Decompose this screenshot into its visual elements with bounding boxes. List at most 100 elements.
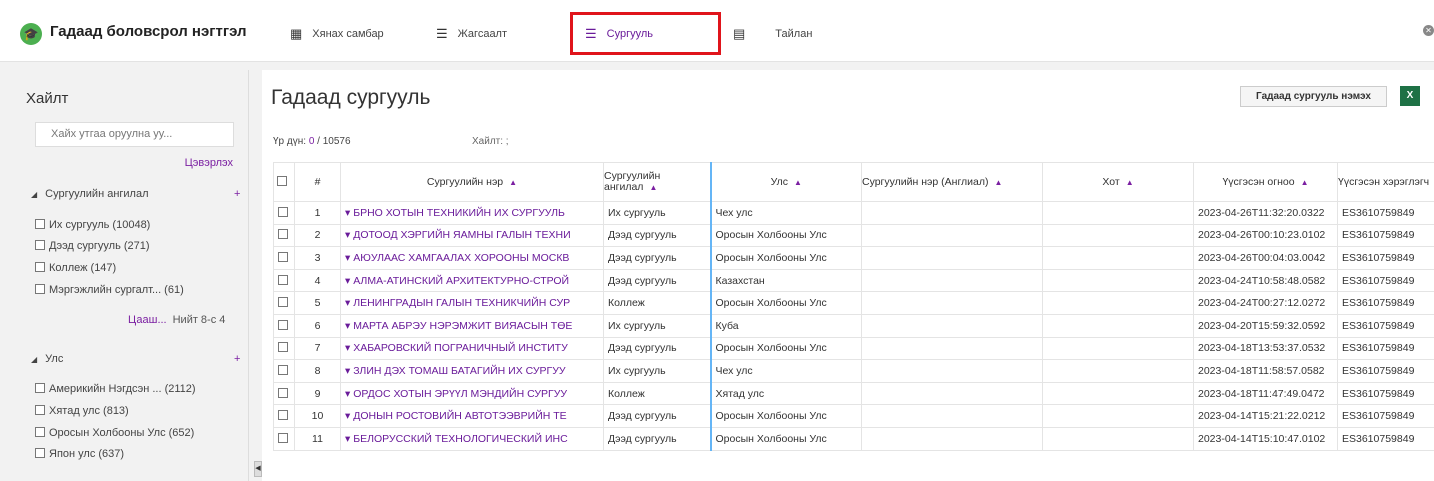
- row-checkbox[interactable]: [273, 313, 295, 338]
- school-name-text[interactable]: МАРТА АБРЭУ НЭРЭМЖИТ ВИЯАСЫН ТӨЕ: [353, 320, 572, 332]
- school-name-cell[interactable]: ▾ БРНО ХОТЫН ТЕХНИКИЙН ИХ СУРГУУЛЬ: [340, 201, 604, 225]
- sort-icon[interactable]: ▲: [794, 178, 802, 187]
- checkbox[interactable]: [278, 319, 288, 330]
- plus-icon[interactable]: +: [234, 188, 240, 200]
- col-school-type[interactable]: Сургуулийн ангилал ▲: [603, 162, 711, 202]
- checkbox[interactable]: [278, 274, 288, 285]
- graduation-cap-icon[interactable]: 🎓: [20, 23, 42, 45]
- checkbox[interactable]: [278, 342, 288, 353]
- row-checkbox[interactable]: [273, 359, 295, 383]
- facet-option[interactable]: Дээд сургууль (271): [35, 240, 150, 252]
- select-all-checkbox[interactable]: [273, 162, 295, 202]
- row-checkbox[interactable]: [273, 246, 295, 270]
- table-row[interactable]: 7 ▾ ХАБАРОВСКИЙ ПОГРАНИЧНЫЙ ИНСТИТУ Дээд с…: [273, 336, 1434, 361]
- table-row[interactable]: 10 ▾ ДОНЫН РОСТОВИЙН АВТОТЭЭВРИЙН ТЕ Дээд …: [273, 404, 1434, 428]
- checkbox[interactable]: [35, 219, 45, 229]
- school-name-cell[interactable]: ▾ ЗЛИН ДЭХ ТОМАШ БАТАГИЙН ИХ СУРГУУ: [340, 359, 604, 383]
- expand-arrow-icon[interactable]: ▾: [345, 365, 353, 377]
- facet-option[interactable]: Америкийн Нэгдсэн ... (2112): [35, 383, 196, 395]
- expand-arrow-icon[interactable]: ▾: [345, 207, 353, 219]
- expand-arrow-icon[interactable]: ▾: [345, 252, 353, 264]
- school-name-text[interactable]: АЮУЛААС ХАМГААЛАХ ХОРООНЫ МОСКВ: [353, 252, 569, 264]
- col-city[interactable]: Хот ▲: [1042, 162, 1194, 202]
- row-checkbox[interactable]: [273, 223, 295, 248]
- row-checkbox[interactable]: [273, 404, 295, 428]
- school-name-cell[interactable]: ▾ АЮУЛААС ХАМГААЛАХ ХОРООНЫ МОСКВ: [340, 246, 604, 270]
- checkbox[interactable]: [35, 284, 45, 294]
- school-name-cell[interactable]: ▾ ДОТООД ХЭРГИЙН ЯАМНЫ ГАЛЫН ТЕХНИ: [340, 223, 604, 248]
- row-checkbox[interactable]: [273, 381, 295, 406]
- checkbox[interactable]: [35, 262, 45, 272]
- table-row[interactable]: 4 ▾ АЛМА-АТИНСКИЙ АРХИТЕКТУРНО-СТРОЙ Дээд …: [273, 268, 1434, 293]
- add-school-button[interactable]: Гадаад сургууль нэмэх: [1240, 86, 1387, 107]
- col-country[interactable]: Улс ▲: [709, 162, 862, 202]
- checkbox[interactable]: [35, 405, 45, 415]
- nav-report[interactable]: ▤ Тайлан: [733, 12, 812, 55]
- excel-icon[interactable]: X: [1400, 86, 1420, 106]
- expand-arrow-icon[interactable]: ▾: [345, 433, 353, 445]
- checkbox[interactable]: [278, 387, 288, 398]
- row-checkbox[interactable]: [273, 336, 295, 361]
- school-name-cell[interactable]: ▾ АЛМА-АТИНСКИЙ АРХИТЕКТУРНО-СТРОЙ: [340, 268, 604, 293]
- sort-icon[interactable]: ▲: [1126, 178, 1134, 187]
- checkbox[interactable]: [278, 364, 288, 375]
- table-row[interactable]: 1 ▾ БРНО ХОТЫН ТЕХНИКИЙН ИХ СУРГУУЛЬ Их су…: [273, 201, 1434, 225]
- facet-option[interactable]: Хятад улс (813): [35, 405, 129, 417]
- nav-dashboard[interactable]: ▦ Хянах самбар: [290, 12, 384, 55]
- col-created-date[interactable]: Үүсгэсэн огноо ▲: [1193, 162, 1338, 202]
- nav-list[interactable]: ☰ Жагсаалт: [436, 12, 507, 55]
- facet-option[interactable]: Коллеж (147): [35, 262, 116, 274]
- checkbox[interactable]: [278, 297, 288, 308]
- school-name-text[interactable]: ХАБАРОВСКИЙ ПОГРАНИЧНЫЙ ИНСТИТУ: [353, 342, 568, 354]
- school-name-text[interactable]: ОРДОС ХОТЫН ЭРҮҮЛ МЭНДИЙН СУРГУУ: [353, 388, 567, 400]
- table-row[interactable]: 9 ▾ ОРДОС ХОТЫН ЭРҮҮЛ МЭНДИЙН СУРГУУ Колле…: [273, 381, 1434, 406]
- facet-option[interactable]: Их сургууль (10048): [35, 219, 150, 231]
- expand-arrow-icon[interactable]: ▾: [345, 388, 353, 400]
- sort-icon[interactable]: ▲: [509, 178, 517, 187]
- table-row[interactable]: 6 ▾ МАРТА АБРЭУ НЭРЭМЖИТ ВИЯАСЫН ТӨЕ Их су…: [273, 313, 1434, 338]
- facet-country-header[interactable]: ◢ Улс: [31, 353, 63, 365]
- table-row[interactable]: 3 ▾ АЮУЛААС ХАМГААЛАХ ХОРООНЫ МОСКВ Дээд с…: [273, 246, 1434, 270]
- school-name-text[interactable]: ЗЛИН ДЭХ ТОМАШ БАТАГИЙН ИХ СУРГУУ: [353, 365, 565, 377]
- facet-option[interactable]: Япон улс (637): [35, 448, 124, 460]
- school-name-cell[interactable]: ▾ ОРДОС ХОТЫН ЭРҮҮЛ МЭНДИЙН СУРГУУ: [340, 381, 604, 406]
- clear-button[interactable]: Цэвэрлэх: [185, 157, 233, 169]
- app-title[interactable]: Гадаад боловсрол нэгтгэл: [50, 23, 247, 40]
- school-name-text[interactable]: АЛМА-АТИНСКИЙ АРХИТЕКТУРНО-СТРОЙ: [353, 275, 569, 287]
- expand-arrow-icon[interactable]: ▾: [345, 320, 353, 332]
- checkbox[interactable]: [278, 410, 288, 421]
- row-checkbox[interactable]: [273, 291, 295, 315]
- checkbox[interactable]: [278, 229, 288, 240]
- checkbox[interactable]: [35, 427, 45, 437]
- school-name-cell[interactable]: ▾ ХАБАРОВСКИЙ ПОГРАНИЧНЫЙ ИНСТИТУ: [340, 336, 604, 361]
- school-name-cell[interactable]: ▾ ДОНЫН РОСТОВИЙН АВТОТЭЭВРИЙН ТЕ: [340, 404, 604, 428]
- table-row[interactable]: 5 ▾ ЛЕНИНГРАДЫН ГАЛЫН ТЕХНИКЧИЙН СУР Колле…: [273, 291, 1434, 315]
- col-school-name-en[interactable]: Сургуулийн нэр (Англиал) ▲: [861, 162, 1043, 202]
- checkbox[interactable]: [35, 448, 45, 458]
- row-checkbox[interactable]: [273, 201, 295, 225]
- more-link[interactable]: Цааш...: [128, 314, 167, 326]
- sort-icon[interactable]: ▲: [649, 183, 657, 192]
- school-name-text[interactable]: БЕЛОРУССКИЙ ТЕХНОЛОГИЧЕСКИЙ ИНС: [353, 433, 567, 445]
- sidebar-search-input[interactable]: Хайх утгаа оруулна уу...: [35, 122, 234, 147]
- checkbox[interactable]: [277, 176, 287, 186]
- sidebar-collapse-handle[interactable]: ◀: [254, 461, 262, 477]
- expand-arrow-icon[interactable]: ▾: [345, 342, 353, 354]
- expand-arrow-icon[interactable]: ▾: [345, 229, 353, 241]
- checkbox[interactable]: [278, 432, 288, 443]
- checkbox[interactable]: [278, 251, 288, 262]
- expand-arrow-icon[interactable]: ▾: [345, 297, 353, 309]
- col-school-name[interactable]: Сургуулийн нэр ▲: [340, 162, 604, 202]
- row-checkbox[interactable]: [273, 426, 295, 451]
- facet-option[interactable]: Мэргэжлийн сургалт... (61): [35, 284, 184, 296]
- school-name-cell[interactable]: ▾ БЕЛОРУССКИЙ ТЕХНОЛОГИЧЕСКИЙ ИНС: [340, 426, 604, 451]
- facet-option[interactable]: Оросын Холбооны Улс (652): [35, 427, 194, 439]
- school-name-text[interactable]: БРНО ХОТЫН ТЕХНИКИЙН ИХ СУРГУУЛЬ: [353, 207, 565, 219]
- sort-icon[interactable]: ▲: [995, 178, 1003, 187]
- school-name-cell[interactable]: ▾ МАРТА АБРЭУ НЭРЭМЖИТ ВИЯАСЫН ТӨЕ: [340, 313, 604, 338]
- table-row[interactable]: 8 ▾ ЗЛИН ДЭХ ТОМАШ БАТАГИЙН ИХ СУРГУУ Их с…: [273, 359, 1434, 383]
- nav-schools[interactable]: ☰ Сургууль: [570, 12, 721, 55]
- expand-arrow-icon[interactable]: ▾: [345, 410, 353, 422]
- checkbox[interactable]: [35, 383, 45, 393]
- school-name-text[interactable]: ДОТООД ХЭРГИЙН ЯАМНЫ ГАЛЫН ТЕХНИ: [353, 229, 570, 241]
